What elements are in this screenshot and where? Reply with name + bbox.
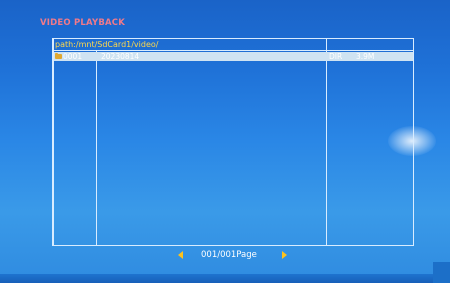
screen-bezel — [0, 274, 450, 283]
folder-icon — [55, 53, 62, 59]
file-index: 0001 — [63, 52, 83, 61]
pagination: 001/001Page — [0, 250, 450, 262]
list-item[interactable]: 0001 20230814 DIR 3.9M — [54, 52, 413, 61]
bezel-corner — [433, 262, 450, 283]
page-indicator: 001/001Page — [201, 250, 257, 260]
path-bar: path:/mnt/SdCard1/video/ — [53, 39, 413, 51]
file-browser: path:/mnt/SdCard1/video/ 0001 20230814 D… — [52, 38, 414, 246]
arrow-right-icon[interactable] — [282, 251, 287, 259]
arrow-left-icon[interactable] — [178, 251, 183, 259]
file-type: DIR — [329, 52, 343, 61]
page-title: VIDEO PLAYBACK — [40, 18, 126, 28]
file-size: 3.9M — [356, 52, 375, 61]
column-divider — [326, 39, 327, 245]
column-divider — [53, 39, 54, 245]
column-divider — [96, 51, 97, 245]
path-label: path:/mnt/SdCard1/video/ — [55, 40, 159, 49]
file-name: 20230814 — [101, 52, 140, 61]
